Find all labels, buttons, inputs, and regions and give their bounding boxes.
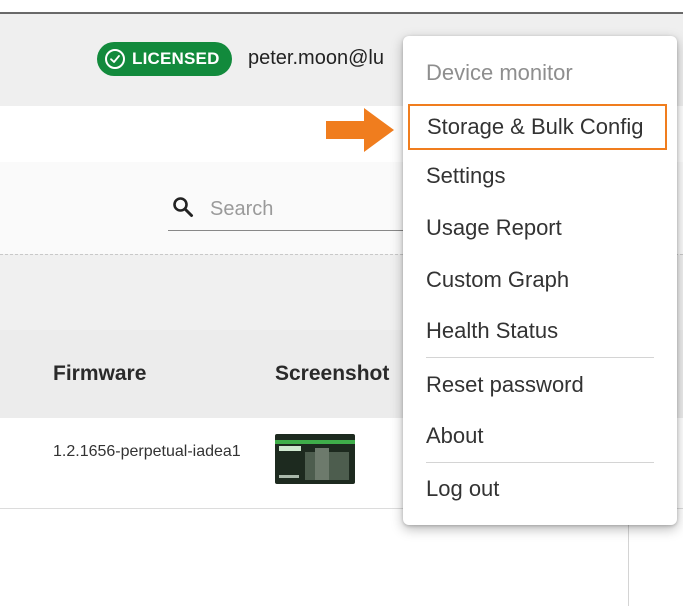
firmware-cell: 1.2.1656-perpetual-iadea1	[53, 443, 241, 460]
license-badge-label: LICENSED	[132, 49, 220, 68]
menu-item-log-out[interactable]: Log out	[403, 464, 677, 514]
menu-divider	[426, 462, 654, 463]
menu-item-reset-password[interactable]: Reset password	[403, 360, 677, 410]
user-email-button[interactable]: peter.moon@lu	[248, 47, 384, 70]
search-icon	[172, 196, 194, 218]
check-circle-icon	[105, 49, 125, 69]
search-input[interactable]	[208, 194, 402, 224]
menu-divider	[426, 357, 654, 358]
column-header-screenshot[interactable]: Screenshot	[275, 362, 389, 386]
screenshot-thumbnail[interactable]	[275, 434, 355, 484]
user-dropdown-menu: Device monitor Storage & Bulk Config Set…	[403, 36, 677, 525]
search-box[interactable]	[168, 190, 408, 231]
top-border	[0, 0, 683, 14]
menu-item-settings[interactable]: Settings	[403, 151, 677, 201]
menu-item-health-status[interactable]: Health Status	[403, 306, 677, 356]
column-header-firmware[interactable]: Firmware	[53, 362, 146, 386]
menu-item-about[interactable]: About	[403, 411, 677, 461]
menu-item-custom-graph[interactable]: Custom Graph	[403, 255, 677, 305]
menu-item-device-monitor: Device monitor	[426, 60, 573, 85]
license-badge: LICENSED	[97, 42, 232, 76]
menu-item-usage-report[interactable]: Usage Report	[403, 203, 677, 253]
arrow-right-icon	[326, 108, 394, 152]
menu-item-storage-bulk-config[interactable]: Storage & Bulk Config	[408, 104, 667, 150]
